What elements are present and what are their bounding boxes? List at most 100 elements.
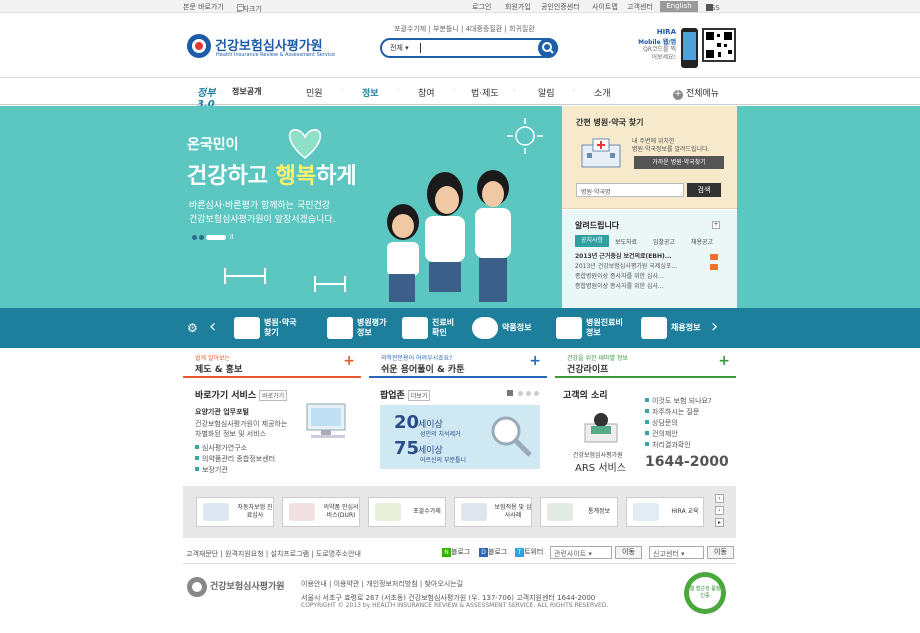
footer-links[interactable]: 이용안내 | 이용약관 | 개인정보처리방침 | 찾아오시는길 [301, 579, 463, 589]
naver-blog-link[interactable]: N 블로그 [442, 547, 470, 557]
list-item[interactable]: 자주하시는 질문 [645, 407, 712, 418]
nav-complaint[interactable]: 민원 [306, 86, 323, 99]
banner-statistics[interactable]: 통계정보 [540, 497, 618, 527]
notice-title: 알려드립니다 [575, 221, 620, 230]
footer-util-links[interactable]: 고객재문단 | 원격지원요청 | 설치프로그램 | 도로명주소안내 [186, 549, 361, 559]
hospital-finder: 간편 병원·약국 찾기 내 주변에 위치한 병원·약국정보를 알려드립니다. 가… [562, 106, 737, 209]
hospital-icon [234, 317, 260, 339]
shortcut-select[interactable]: 바로가기 [259, 390, 288, 401]
id-card-icon [641, 317, 667, 339]
theme-glossary[interactable]: 의학전문용어 어려우시죠요? 쉬운 용어풀이 & 카툰 + [369, 352, 547, 378]
list-item[interactable]: 2013년 근거중심 보건의료(EBH)... [575, 252, 723, 262]
naver-icon: N [442, 548, 451, 557]
tab-notice[interactable]: 공지사항 [575, 235, 609, 247]
cert-center-link[interactable]: 공인인증센터 [541, 2, 580, 12]
notice-more-button[interactable]: + [712, 221, 720, 229]
theme-health-life[interactable]: 건강을 위한 테마별 정보 건강라이프 + [555, 352, 736, 378]
popup-pager[interactable] [507, 390, 541, 398]
shortcut-service: 바로가기 서비스 바로가기 요양기관 업무포털 건강보험심사평가원이 제공하는 차… [195, 388, 373, 476]
utility-bar: 본문 바로가기 글자크기+•− 로그인 회원가입 공인인증센터 사이트맵 고객센… [0, 0, 920, 13]
chevron-left-icon[interactable]: ‹ [209, 316, 216, 337]
hero-title-line2: 건강하고 행복하게 [187, 164, 357, 189]
list-item[interactable]: 종합병원이상 종사자를 위한 심사... [575, 272, 723, 282]
chevron-right-icon[interactable]: › [711, 316, 718, 337]
hospital-search-button[interactable]: 검색 [687, 183, 721, 197]
tab-recruit[interactable]: 채용공고 [691, 237, 713, 246]
dumbbell-doodle-icon [224, 268, 346, 292]
side-panel: 간편 병원·약국 찾기 내 주변에 위치한 병원·약국정보를 알려드립니다. 가… [562, 106, 737, 308]
search-button[interactable] [538, 38, 558, 58]
list-item[interactable]: 심사평가연구소 [195, 443, 373, 454]
banner-auto-insurance[interactable]: 자동차보험 진료심사 [196, 497, 274, 527]
skip-link[interactable]: 본문 바로가기 [183, 2, 224, 12]
popup-banner[interactable]: 20 세이상 성인의 치석제거 75 세이상 어르신의 부분틀니 [380, 405, 540, 469]
list-item[interactable]: 상담문의 [645, 418, 712, 429]
heart-doodle-icon [289, 129, 321, 159]
hospital-name-input[interactable]: 병원·약국명 [576, 183, 684, 197]
twitter-icon: T [515, 548, 524, 557]
list-item[interactable]: 의약품관리 종합정보센터 [195, 454, 373, 465]
header-quicklinks[interactable]: 포괄수가제 | 부분틀니 | 4대중증질환 | 희귀질환 [394, 24, 535, 34]
nearby-search-button[interactable]: 가까운 병원·약국찾기 [634, 156, 724, 169]
all-menu-button[interactable]: + 전체메뉴 [673, 86, 719, 100]
font-size-down-button[interactable]: − [237, 4, 244, 11]
smartphone-icon [681, 28, 698, 68]
logo-english: Health Insurance Review & Assessment Ser… [216, 52, 336, 58]
site-footer: 건강보험심사평가원 이용안내 | 이용약관 | 개인정보처리방침 | 찾아오시는… [183, 572, 736, 630]
search-scope-select[interactable]: 전체 ▾ [390, 43, 409, 53]
open-info-badge[interactable]: 정보공개 [232, 86, 261, 97]
daum-blog-link[interactable]: D 블로그 [479, 547, 507, 557]
hospital-icon [581, 138, 621, 168]
qr-code-icon [702, 28, 736, 62]
list-item[interactable]: 종합병원이상 종사자를 위한 심사... [575, 282, 723, 292]
banner-cases[interactable]: 보험적용 및 심사사례 [454, 497, 532, 527]
banner-education[interactable]: HIRA 교육 [626, 497, 704, 527]
list-item[interactable]: 이것도 보험 되나요? [645, 396, 712, 407]
banner-play-button[interactable]: ▸ [715, 518, 724, 527]
banner-next-button[interactable]: › [715, 506, 724, 515]
customer-voice: 고객의 소리 이것도 보험 되나요? 자주하시는 질문 상담문의 건의제안 처리… [563, 388, 736, 476]
related-go-button[interactable]: 이동 [615, 546, 642, 559]
banner-dur[interactable]: 의약품 안심서비스(DUR) [282, 497, 360, 527]
footer-logo: 건강보험심사평가원 [186, 576, 292, 602]
english-button[interactable]: English [660, 1, 698, 12]
banner-drg[interactable]: 포괄수가제 [368, 497, 446, 527]
search-input[interactable] [420, 43, 421, 53]
popup-more-button[interactable]: 더보기 [407, 390, 431, 401]
hero-body-line2: 건강보험심사평가원이 앞장서겠습니다. [189, 215, 336, 225]
site-logo[interactable]: 건강보험심사평가원 Health Insurance Review & Asse… [185, 32, 335, 64]
nav-info[interactable]: 정보 [362, 86, 379, 99]
twitter-link[interactable]: T 트위터 [515, 547, 543, 557]
finder-title: 간편 병원·약국 찾기 [576, 118, 644, 127]
nav-participation[interactable]: 참여 [418, 86, 435, 99]
report-center-select[interactable]: 신고센터 ▾ [649, 546, 704, 559]
hero-slide-indicator[interactable]: ll [192, 234, 236, 241]
magnifier-icon [491, 416, 532, 457]
list-item[interactable]: 처리결과확인 [645, 440, 712, 451]
gear-icon[interactable]: ⚙ [187, 321, 198, 335]
theme-system-pr[interactable]: 쉽게 알아보는 제도 & 홍보 + [183, 352, 361, 378]
magnifier-icon [461, 503, 487, 521]
call-center-icon [584, 413, 618, 443]
list-item[interactable]: 2013년 건강보험심사평가원 국제심포... [575, 262, 723, 272]
receipt-icon [556, 317, 582, 339]
mobile-app-promo[interactable]: HIRA Mobile 웹/앱 QR코드를 찍어보세요! [636, 28, 700, 72]
join-link[interactable]: 회원가입 [505, 2, 531, 12]
nav-about[interactable]: 소개 [594, 86, 611, 99]
gov30-logo: 정부3.0 [197, 88, 216, 110]
banner-prev-button[interactable]: ‹ [715, 494, 724, 503]
list-item[interactable]: 건의제안 [645, 429, 712, 440]
related-sites-select[interactable]: 관련사이트 ▾ [550, 546, 612, 559]
sitemap-link[interactable]: 사이트맵 [592, 2, 618, 12]
nav-notice[interactable]: 알림 [538, 86, 555, 99]
report-go-button[interactable]: 이동 [707, 546, 734, 559]
hira-logo-icon [187, 577, 207, 597]
tab-bid[interactable]: 입찰공고 [653, 237, 675, 246]
customer-center-link[interactable]: 고객센터 [627, 2, 653, 12]
footer-utility: 고객재문단 | 원격지원요청 | 설치프로그램 | 도로명주소안내 N 블로그 D… [183, 544, 736, 564]
nav-law[interactable]: 법·제도 [471, 86, 499, 99]
login-link[interactable]: 로그인 [472, 2, 491, 12]
list-item[interactable]: 보장기관 [195, 465, 373, 476]
plus-icon: + [529, 353, 541, 369]
tab-press[interactable]: 보도자료 [615, 237, 637, 246]
